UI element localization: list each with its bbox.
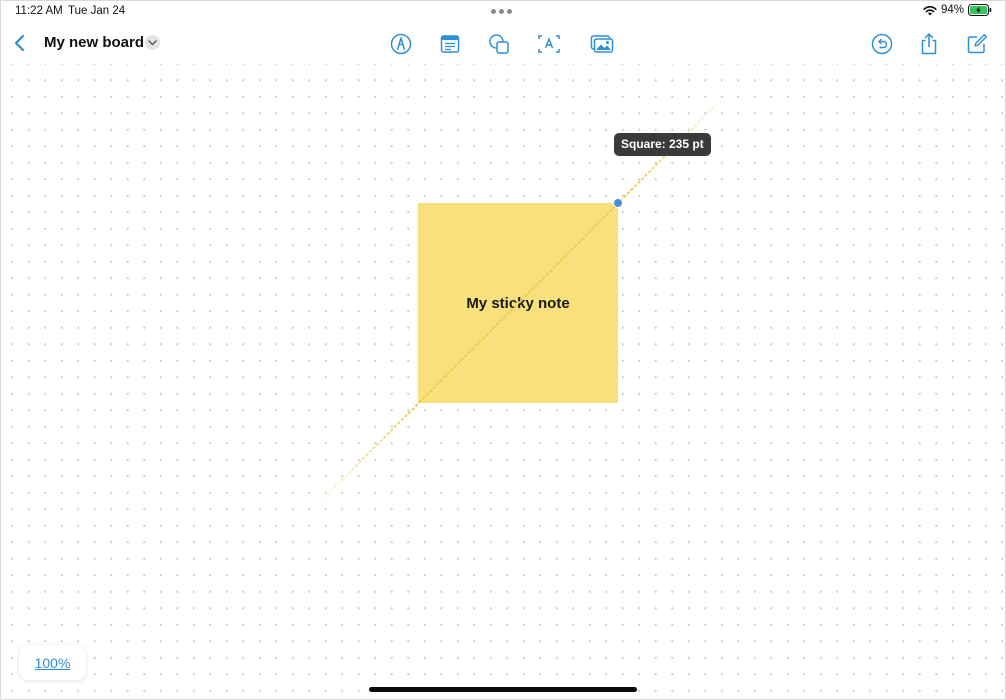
wifi-icon xyxy=(923,5,937,15)
compose-icon xyxy=(967,34,987,54)
status-date: Tue Jan 24 xyxy=(68,5,126,17)
text-box-icon xyxy=(538,35,560,53)
chevron-left-icon xyxy=(14,34,25,52)
freeform-board-screen: 11:22 AM Tue Jan 24 94% My new board My … xyxy=(0,0,1006,700)
shapes-icon xyxy=(489,34,509,54)
photo-icon xyxy=(590,35,614,53)
battery-charging-icon xyxy=(968,4,992,16)
multitasking-menu[interactable] xyxy=(491,9,512,14)
toolbar: My new board xyxy=(0,24,1006,64)
sticky-note-tool-button[interactable] xyxy=(438,32,462,56)
title-menu-button[interactable] xyxy=(145,35,160,50)
resize-handle[interactable] xyxy=(613,198,623,208)
status-bar: 11:22 AM Tue Jan 24 94% xyxy=(0,0,1006,24)
battery-percent: 94% xyxy=(940,4,964,16)
pen-circle-icon xyxy=(390,33,412,55)
text-box-tool-button[interactable] xyxy=(537,32,561,56)
board-title[interactable]: My new board xyxy=(44,34,144,51)
share-icon xyxy=(921,33,937,55)
pen-tool-button[interactable] xyxy=(389,32,413,56)
home-indicator[interactable] xyxy=(369,687,637,692)
chevron-down-icon xyxy=(148,39,157,45)
zoom-button[interactable]: 100% xyxy=(19,645,86,680)
undo-button[interactable] xyxy=(870,32,894,56)
new-board-button[interactable] xyxy=(965,32,989,56)
share-button[interactable] xyxy=(917,32,941,56)
zoom-level-label: 100% xyxy=(34,654,71,671)
sticky-note[interactable]: My sticky note xyxy=(418,203,618,403)
back-button[interactable] xyxy=(9,32,29,54)
media-tool-button[interactable] xyxy=(590,32,614,56)
status-indicators: 94% xyxy=(923,4,992,16)
sticky-note-text[interactable]: My sticky note xyxy=(466,295,569,312)
note-icon xyxy=(440,35,460,53)
shapes-tool-button[interactable] xyxy=(487,32,511,56)
status-time: 11:22 AM xyxy=(15,5,63,17)
undo-icon xyxy=(871,33,893,55)
size-tooltip: Square: 235 pt xyxy=(614,133,711,156)
